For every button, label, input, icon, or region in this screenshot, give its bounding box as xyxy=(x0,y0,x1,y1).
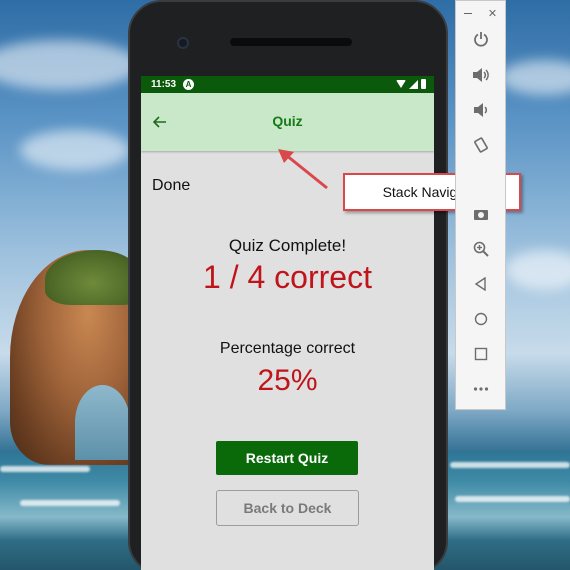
wifi-icon xyxy=(396,80,406,88)
close-icon[interactable]: ✕ xyxy=(488,7,497,20)
volume-down-icon[interactable] xyxy=(456,97,505,123)
signal-icon xyxy=(409,79,418,89)
status-bar: 11:53 A xyxy=(141,76,434,93)
earpiece-speaker xyxy=(230,38,352,46)
home-circle-icon[interactable] xyxy=(456,306,505,332)
status-time: 11:53 xyxy=(151,79,177,90)
more-icon[interactable] xyxy=(456,376,505,402)
emulator-toolbar: ✕ xyxy=(455,0,506,410)
back-triangle-icon[interactable] xyxy=(456,271,505,297)
restart-quiz-button[interactable]: Restart Quiz xyxy=(216,441,358,475)
battery-icon xyxy=(421,79,426,89)
score-text: 1 / 4 correct xyxy=(203,259,372,295)
front-camera xyxy=(177,37,189,49)
overview-square-icon[interactable] xyxy=(456,341,505,367)
status-badge: A xyxy=(183,79,195,90)
header-title: Quiz xyxy=(272,113,303,129)
rotate-icon[interactable] xyxy=(456,132,505,158)
volume-up-icon[interactable] xyxy=(456,62,505,88)
callout-arrow xyxy=(278,149,328,190)
camera-icon[interactable] xyxy=(456,201,505,227)
done-label: Done xyxy=(152,177,191,194)
zoom-icon[interactable] xyxy=(456,236,505,262)
quiz-complete-label: Quiz Complete! xyxy=(228,236,347,255)
percentage-label: Percentage correct xyxy=(219,340,356,357)
minimize-icon[interactable] xyxy=(463,13,472,14)
back-to-deck-button[interactable]: Back to Deck xyxy=(216,490,359,526)
percentage-value: 25% xyxy=(257,364,318,397)
power-icon[interactable] xyxy=(456,26,505,52)
